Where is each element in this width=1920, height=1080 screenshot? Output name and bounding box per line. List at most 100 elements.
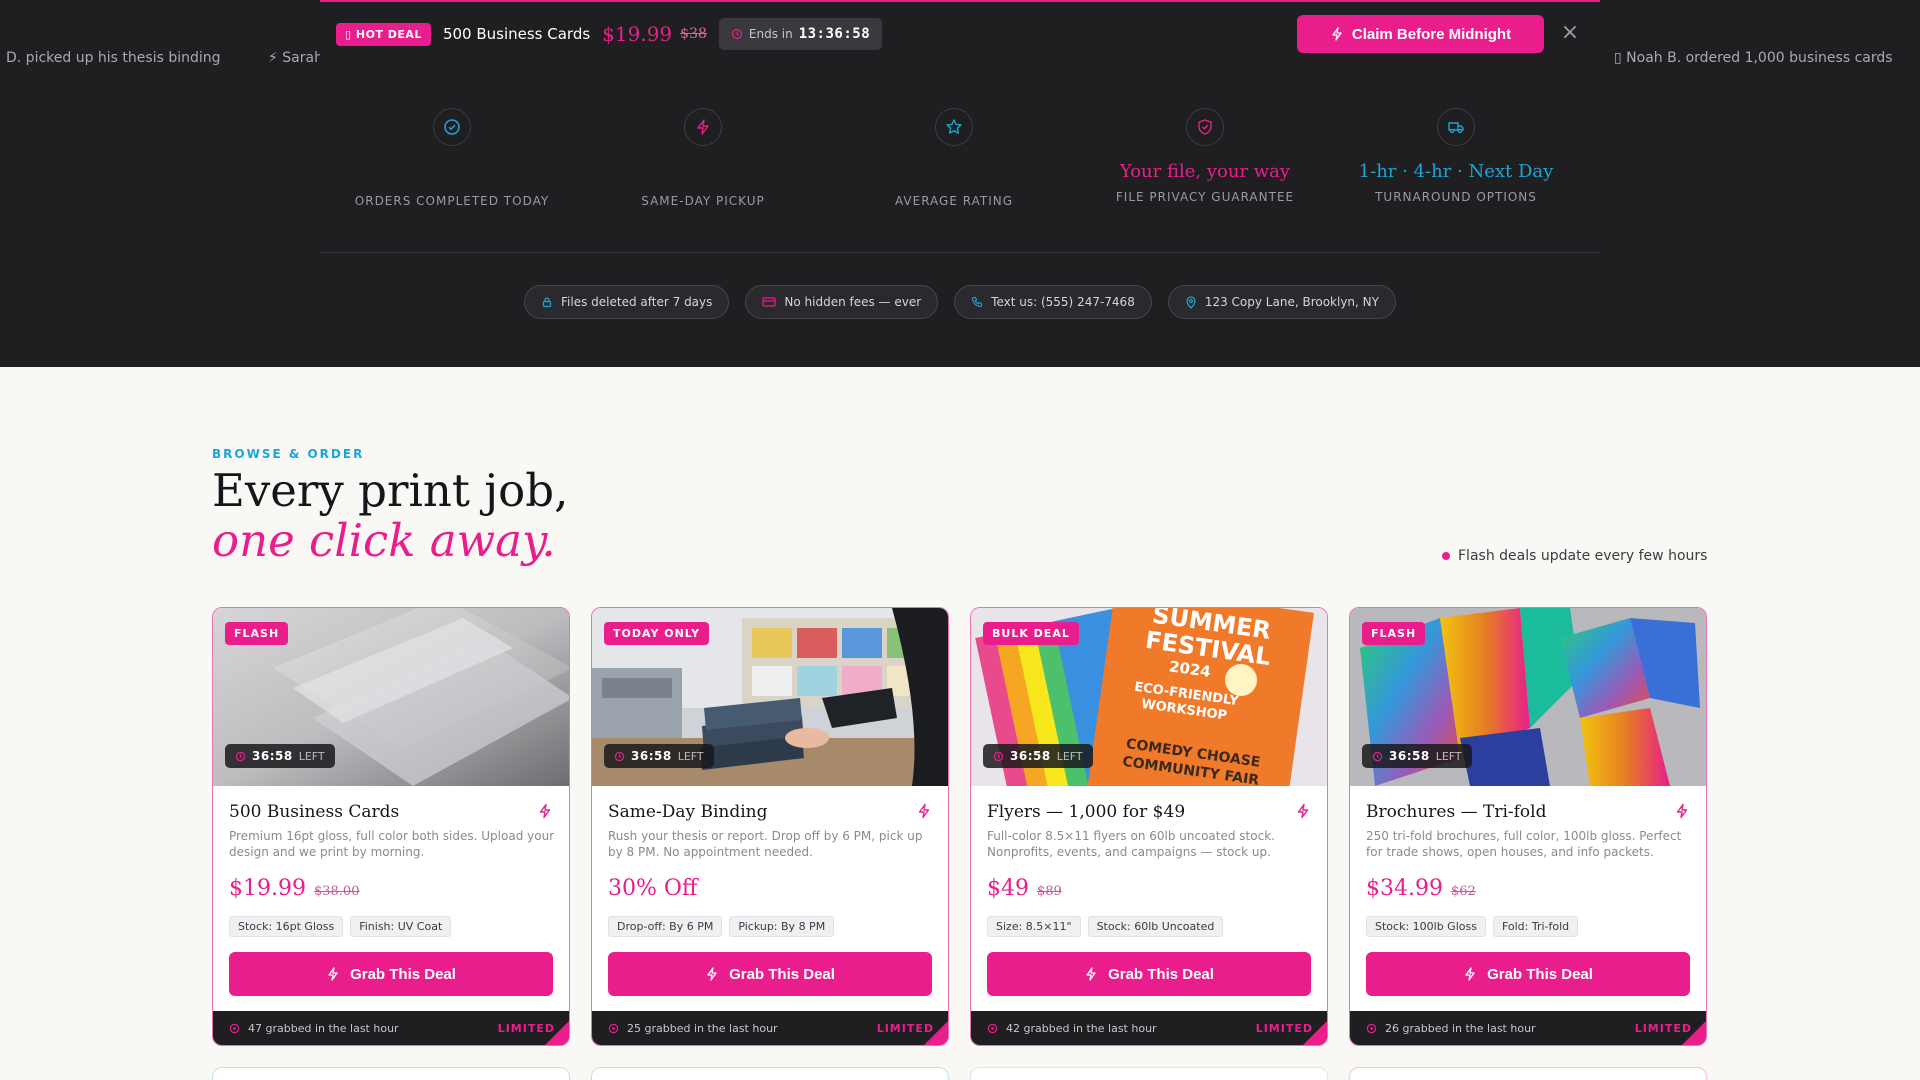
product-card[interactable] [591,1067,949,1080]
price-value: 30% Off [608,876,698,901]
section-title: Every print job, one click away. [212,466,568,566]
deal-badge: FLASH [1362,622,1426,645]
stat-rating: AVERAGE RATING [834,108,1074,208]
card-description: Rush your thesis or report. Drop off by … [608,829,923,859]
pill-label: Text us: (555) 247-7468 [991,295,1135,309]
old-price: $38.00 [313,884,360,899]
flash-note-text: Flash deals update every few hours [1458,548,1708,564]
timer-suffix: LEFT [1056,749,1083,763]
clock-icon [235,751,246,761]
deal-product: 500 Business Cards [442,25,591,43]
clock-icon [993,751,1004,761]
grab-label: Grab This Deal [729,965,835,983]
section-eyebrow: BROWSE & ORDER [212,447,365,461]
shield-icon [1186,108,1224,146]
stat-orders: ORDERS COMPLETED TODAY [332,108,572,208]
deal-countdown: Ends in 13:36:58 [718,18,883,50]
spec-tag: Stock: 16pt Gloss [229,916,344,937]
claim-label: Claim Before Midnight [1351,25,1512,43]
pill-text-us[interactable]: Text us: (555) 247-7468 [954,285,1152,319]
card-description: 250 tri-fold brochures, full color, 100l… [1366,829,1682,859]
product-card[interactable] [1349,1067,1707,1080]
flash-note: Flash deals update every few hours [1442,548,1707,564]
stat-value [834,160,1074,184]
card-tags: Stock: 16pt Gloss Finish: UV Coat [229,916,452,937]
card-timer: 36:58 LEFT [983,744,1093,768]
product-image: TODAY ONLY 36:58 LEFT [592,608,948,786]
flame-icon [608,1023,619,1033]
stats-row: ORDERS COMPLETED TODAY SAME-DAY PICKUP A… [320,108,1600,208]
bolt-icon [1297,803,1309,819]
stat-privacy: Your file, your way FILE PRIVACY GUARANT… [1085,108,1325,204]
price-value: $49 [987,876,1029,901]
grab-deal-button[interactable]: Grab This Deal [1366,952,1690,996]
grab-deal-button[interactable]: Grab This Deal [229,952,553,996]
hot-deal-badge: ▯ HOT DEAL [336,22,431,46]
claim-button[interactable]: Claim Before Midnight [1297,15,1544,53]
bolt-icon [539,803,551,819]
star-icon [935,108,973,146]
bolt-icon [1086,967,1096,981]
timer-suffix: LEFT [677,749,704,763]
spec-tag: Size: 8.5×11" [987,916,1081,937]
product-card[interactable] [212,1067,570,1080]
pill-label: 123 Copy Lane, Brooklyn, NY [1204,295,1379,309]
timer-suffix: LEFT [298,749,325,763]
limited-label: LIMITED [497,1021,555,1035]
price-value: $19.99 [229,876,306,901]
accent-line [320,0,1600,2]
timer-value: 36:58 [1010,749,1051,763]
bolt-icon [918,803,930,819]
limited-label: LIMITED [876,1021,934,1035]
card-footer: 25 grabbed in the last hour LIMITED [592,1011,948,1045]
product-card-flyers[interactable]: SUMMER FESTIVAL 2024 ECO-FRIENDLY WORKSH… [970,607,1328,1046]
product-card[interactable] [970,1067,1328,1080]
spec-tag: Finish: UV Coat [350,916,452,937]
card-price: $34.99 $62 [1366,876,1476,901]
stat-turnaround: 1-hr · 4-hr · Next Day TURNAROUND OPTION… [1336,108,1576,204]
spec-tag: Stock: 60lb Uncoated [1087,916,1224,937]
product-card-binding[interactable]: TODAY ONLY 36:58 LEFT Same-Day Binding Ru… [591,607,949,1046]
grab-deal-button[interactable]: Grab This Deal [987,952,1311,996]
grab-label: Grab This Deal [1487,965,1593,983]
lock-icon [542,297,552,308]
card-timer: 36:58 LEFT [604,744,714,768]
product-card-business-cards[interactable]: FLASH 36:58 LEFT 500 Business Cards Premi… [212,607,570,1046]
product-image: FLASH 36:58 LEFT [1350,608,1706,786]
card-timer: 36:58 LEFT [225,744,335,768]
ends-label: Ends in [748,27,793,41]
grabbed-count: 42 grabbed in the last hour [1006,1021,1157,1035]
flame-icon [987,1023,998,1033]
card-description: Full-color 8.5×11 flyers on 60lb uncoate… [987,829,1275,859]
bolt-icon [1676,803,1688,819]
pill-address[interactable]: 123 Copy Lane, Brooklyn, NY [1167,285,1396,319]
grab-deal-button[interactable]: Grab This Deal [608,952,932,996]
stat-label: AVERAGE RATING [894,194,1014,208]
stat-same-day: SAME-DAY PICKUP [583,108,823,208]
card-price: 30% Off [608,876,706,901]
clock-icon [614,751,625,761]
flame-icon [229,1023,240,1033]
spec-tag: Drop-off: By 6 PM [608,916,723,937]
product-image: SUMMER FESTIVAL 2024 ECO-FRIENDLY WORKSH… [971,608,1327,786]
card-footer: 42 grabbed in the last hour LIMITED [971,1011,1327,1045]
pill-label: No hidden fees — ever [784,295,922,309]
card-footer: 47 grabbed in the last hour LIMITED [213,1011,569,1045]
grab-label: Grab This Deal [350,965,456,983]
dot-icon [1442,552,1450,560]
price-value: $34.99 [1366,876,1443,901]
ticker-item: ⚡ Sarah [268,50,320,66]
close-icon[interactable]: × [1560,22,1580,44]
card-title: Same-Day Binding [608,802,768,822]
flame-icon [1366,1023,1377,1033]
deal-old-price: $38 [680,26,707,42]
card-price: $49 $89 [987,876,1062,901]
card-description: Premium 16pt gloss, full color both side… [229,829,555,859]
product-card-brochures[interactable]: FLASH 36:58 LEFT Brochures — Tri-fold 250… [1349,607,1707,1046]
grabbed-count: 47 grabbed in the last hour [248,1021,399,1035]
old-price: $62 [1450,884,1476,899]
pin-icon [1186,295,1196,309]
pill-files-deleted: Files deleted after 7 days [524,285,730,319]
title-line-2: one click away. [212,514,556,567]
card-tags: Drop-off: By 6 PM Pickup: By 8 PM [608,916,835,937]
